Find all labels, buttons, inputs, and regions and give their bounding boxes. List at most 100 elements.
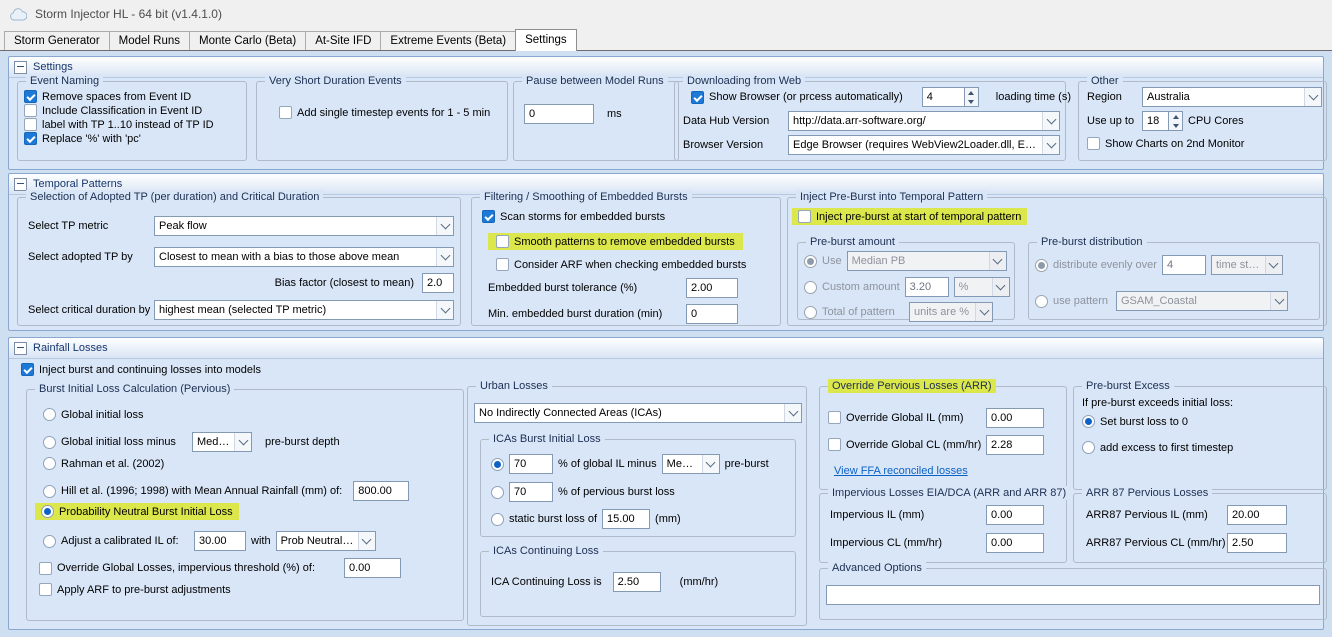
checkbox-override-cl[interactable]: Override Global CL (mm/hr) xyxy=(828,438,981,451)
global-il-pct-input[interactable] xyxy=(509,454,553,474)
checkbox-consider-arf[interactable]: Consider ARF when checking embedded burs… xyxy=(496,258,746,271)
adjust-method-combo[interactable]: Prob Neutral BL xyxy=(276,531,376,551)
radio-rahman[interactable]: Rahman et al. (2002) xyxy=(43,457,164,470)
radio-global-il-pct[interactable]: % of global IL minus Median pre-burst xyxy=(491,454,769,474)
radio-use-median-pb[interactable]: Use Median PB xyxy=(804,251,1007,271)
radio-add-excess[interactable]: add excess to first timestep xyxy=(1082,441,1233,454)
radio-set-burst-zero[interactable]: Set burst loss to 0 xyxy=(1082,415,1188,428)
checkbox-inject-preburst[interactable]: Inject pre-burst at start of temporal pa… xyxy=(792,208,1027,225)
radio-icon[interactable] xyxy=(1035,259,1048,272)
impervious-il-input[interactable] xyxy=(986,505,1044,525)
radio-static-burst[interactable]: static burst loss of (mm) xyxy=(491,509,681,529)
radio-icon[interactable] xyxy=(804,281,817,294)
browser-version-combo[interactable]: Edge Browser (requires WebView2Loader.dl… xyxy=(788,135,1060,155)
tab-model-runs[interactable]: Model Runs xyxy=(109,31,190,50)
tp-metric-combo[interactable]: Peak flow xyxy=(154,216,454,236)
override-cl-input[interactable] xyxy=(986,435,1044,455)
checkbox-icon[interactable] xyxy=(21,363,34,376)
collapse-icon[interactable] xyxy=(14,342,27,355)
checkbox-smooth-patterns[interactable]: Smooth patterns to remove embedded burst… xyxy=(488,233,743,250)
pause-ms-input[interactable] xyxy=(524,104,594,124)
checkbox-icon[interactable] xyxy=(828,411,841,424)
checkbox-icon[interactable] xyxy=(279,106,292,119)
tab-extreme-events[interactable]: Extreme Events (Beta) xyxy=(380,31,516,50)
static-burst-input[interactable] xyxy=(602,509,650,529)
advanced-options-input[interactable] xyxy=(826,585,1320,605)
tolerance-input[interactable] xyxy=(686,278,738,298)
spin-up-button[interactable] xyxy=(1169,112,1182,121)
critical-duration-combo[interactable]: highest mean (selected TP metric) xyxy=(154,300,454,320)
collapse-icon[interactable] xyxy=(14,178,27,191)
radio-icon[interactable] xyxy=(1035,295,1048,308)
min-burst-duration-input[interactable] xyxy=(686,304,738,324)
radio-icon[interactable] xyxy=(1082,441,1095,454)
pervious-pct-input[interactable] xyxy=(509,482,553,502)
checkbox-inject-losses[interactable]: Inject burst and continuing losses into … xyxy=(21,363,261,376)
impervious-threshold-input[interactable] xyxy=(344,558,401,578)
region-combo[interactable]: Australia xyxy=(1142,87,1322,107)
radio-icon[interactable] xyxy=(43,408,56,421)
radio-use-pattern[interactable]: use pattern GSAM_Coastal xyxy=(1035,291,1288,311)
radio-hill[interactable]: Hill et al. (1996; 1998) with Mean Annua… xyxy=(43,481,409,501)
checkbox-add-single-timestep[interactable]: Add single timestep events for 1 - 5 min xyxy=(279,106,490,119)
radio-icon[interactable] xyxy=(804,306,817,319)
radio-icon[interactable] xyxy=(491,486,504,499)
global-minus-combo[interactable]: Median xyxy=(192,432,252,452)
radio-icon[interactable] xyxy=(43,457,56,470)
radio-global-initial-loss[interactable]: Global initial loss xyxy=(43,408,144,421)
ica-continuing-input[interactable] xyxy=(613,572,661,592)
checkbox-icon[interactable] xyxy=(24,90,37,103)
radio-icon[interactable] xyxy=(43,485,56,498)
adjust-il-input[interactable] xyxy=(194,531,246,551)
radio-pervious-pct[interactable]: % of pervious burst loss xyxy=(491,482,675,502)
checkbox-icon[interactable] xyxy=(24,118,37,131)
total-units-combo[interactable]: units are % xyxy=(909,302,993,322)
radio-custom-amount[interactable]: Custom amount % xyxy=(804,277,1010,297)
custom-amount-input[interactable] xyxy=(905,277,949,297)
icas-median-combo[interactable]: Median xyxy=(662,454,720,474)
checkbox-icon[interactable] xyxy=(482,210,495,223)
radio-icon[interactable] xyxy=(804,255,817,268)
hill-rainfall-input[interactable] xyxy=(353,481,409,501)
radio-total-of-pattern[interactable]: Total of pattern units are % xyxy=(804,302,993,322)
adopted-tp-combo[interactable]: Closest to mean with a bias to those abo… xyxy=(154,247,454,267)
arr87-cl-input[interactable] xyxy=(1227,533,1287,553)
checkbox-apply-arf[interactable]: Apply ARF to pre-burst adjustments xyxy=(39,583,231,596)
checkbox-icon[interactable] xyxy=(1087,137,1100,150)
custom-amount-unit-combo[interactable]: % xyxy=(954,277,1010,297)
data-hub-combo[interactable]: http://data.arr-software.org/ xyxy=(788,111,1060,131)
checkbox-icon[interactable] xyxy=(39,562,52,575)
checkbox-scan-storms[interactable]: Scan storms for embedded bursts xyxy=(482,210,665,223)
checkbox-label-with-tp[interactable]: label with TP 1..10 instead of TP ID xyxy=(24,118,214,131)
checkbox-include-classification[interactable]: Include Classification in Event ID xyxy=(24,104,202,117)
spin-up-button[interactable] xyxy=(965,88,978,97)
preburst-use-combo[interactable]: Median PB xyxy=(847,251,1007,271)
checkbox-icon[interactable] xyxy=(496,258,509,271)
checkbox-icon[interactable] xyxy=(828,438,841,451)
tab-storm-generator[interactable]: Storm Generator xyxy=(4,31,110,50)
radio-icon[interactable] xyxy=(491,513,504,526)
evenly-unit-combo[interactable]: time steps xyxy=(1211,255,1283,275)
impervious-cl-input[interactable] xyxy=(986,533,1044,553)
checkbox-remove-spaces[interactable]: Remove spaces from Event ID xyxy=(24,90,191,103)
checkbox-show-charts[interactable]: Show Charts on 2nd Monitor xyxy=(1087,137,1244,150)
urban-losses-combo[interactable]: No Indirectly Connected Areas (ICAs) xyxy=(474,403,802,423)
radio-distribute-evenly[interactable]: distribute evenly over time steps xyxy=(1035,255,1283,275)
checkbox-icon[interactable] xyxy=(798,210,811,223)
radio-icon[interactable] xyxy=(1082,415,1095,428)
bias-factor-input[interactable] xyxy=(422,273,454,293)
tab-settings[interactable]: Settings xyxy=(515,29,577,51)
checkbox-show-browser[interactable] xyxy=(691,91,704,104)
radio-probability-neutral[interactable]: Probability Neutral Burst Initial Loss xyxy=(35,503,239,520)
collapse-icon[interactable] xyxy=(14,61,27,74)
loading-time-input[interactable] xyxy=(922,87,964,107)
evenly-steps-input[interactable] xyxy=(1162,255,1206,275)
use-pattern-combo[interactable]: GSAM_Coastal xyxy=(1116,291,1288,311)
checkbox-icon[interactable] xyxy=(24,132,37,145)
override-il-input[interactable] xyxy=(986,408,1044,428)
checkbox-icon[interactable] xyxy=(496,235,509,248)
spin-down-button[interactable] xyxy=(1169,121,1182,130)
radio-icon[interactable] xyxy=(41,505,54,518)
cpu-cores-input[interactable] xyxy=(1142,111,1168,131)
checkbox-override-global-losses[interactable]: Override Global Losses, impervious thres… xyxy=(39,558,401,578)
